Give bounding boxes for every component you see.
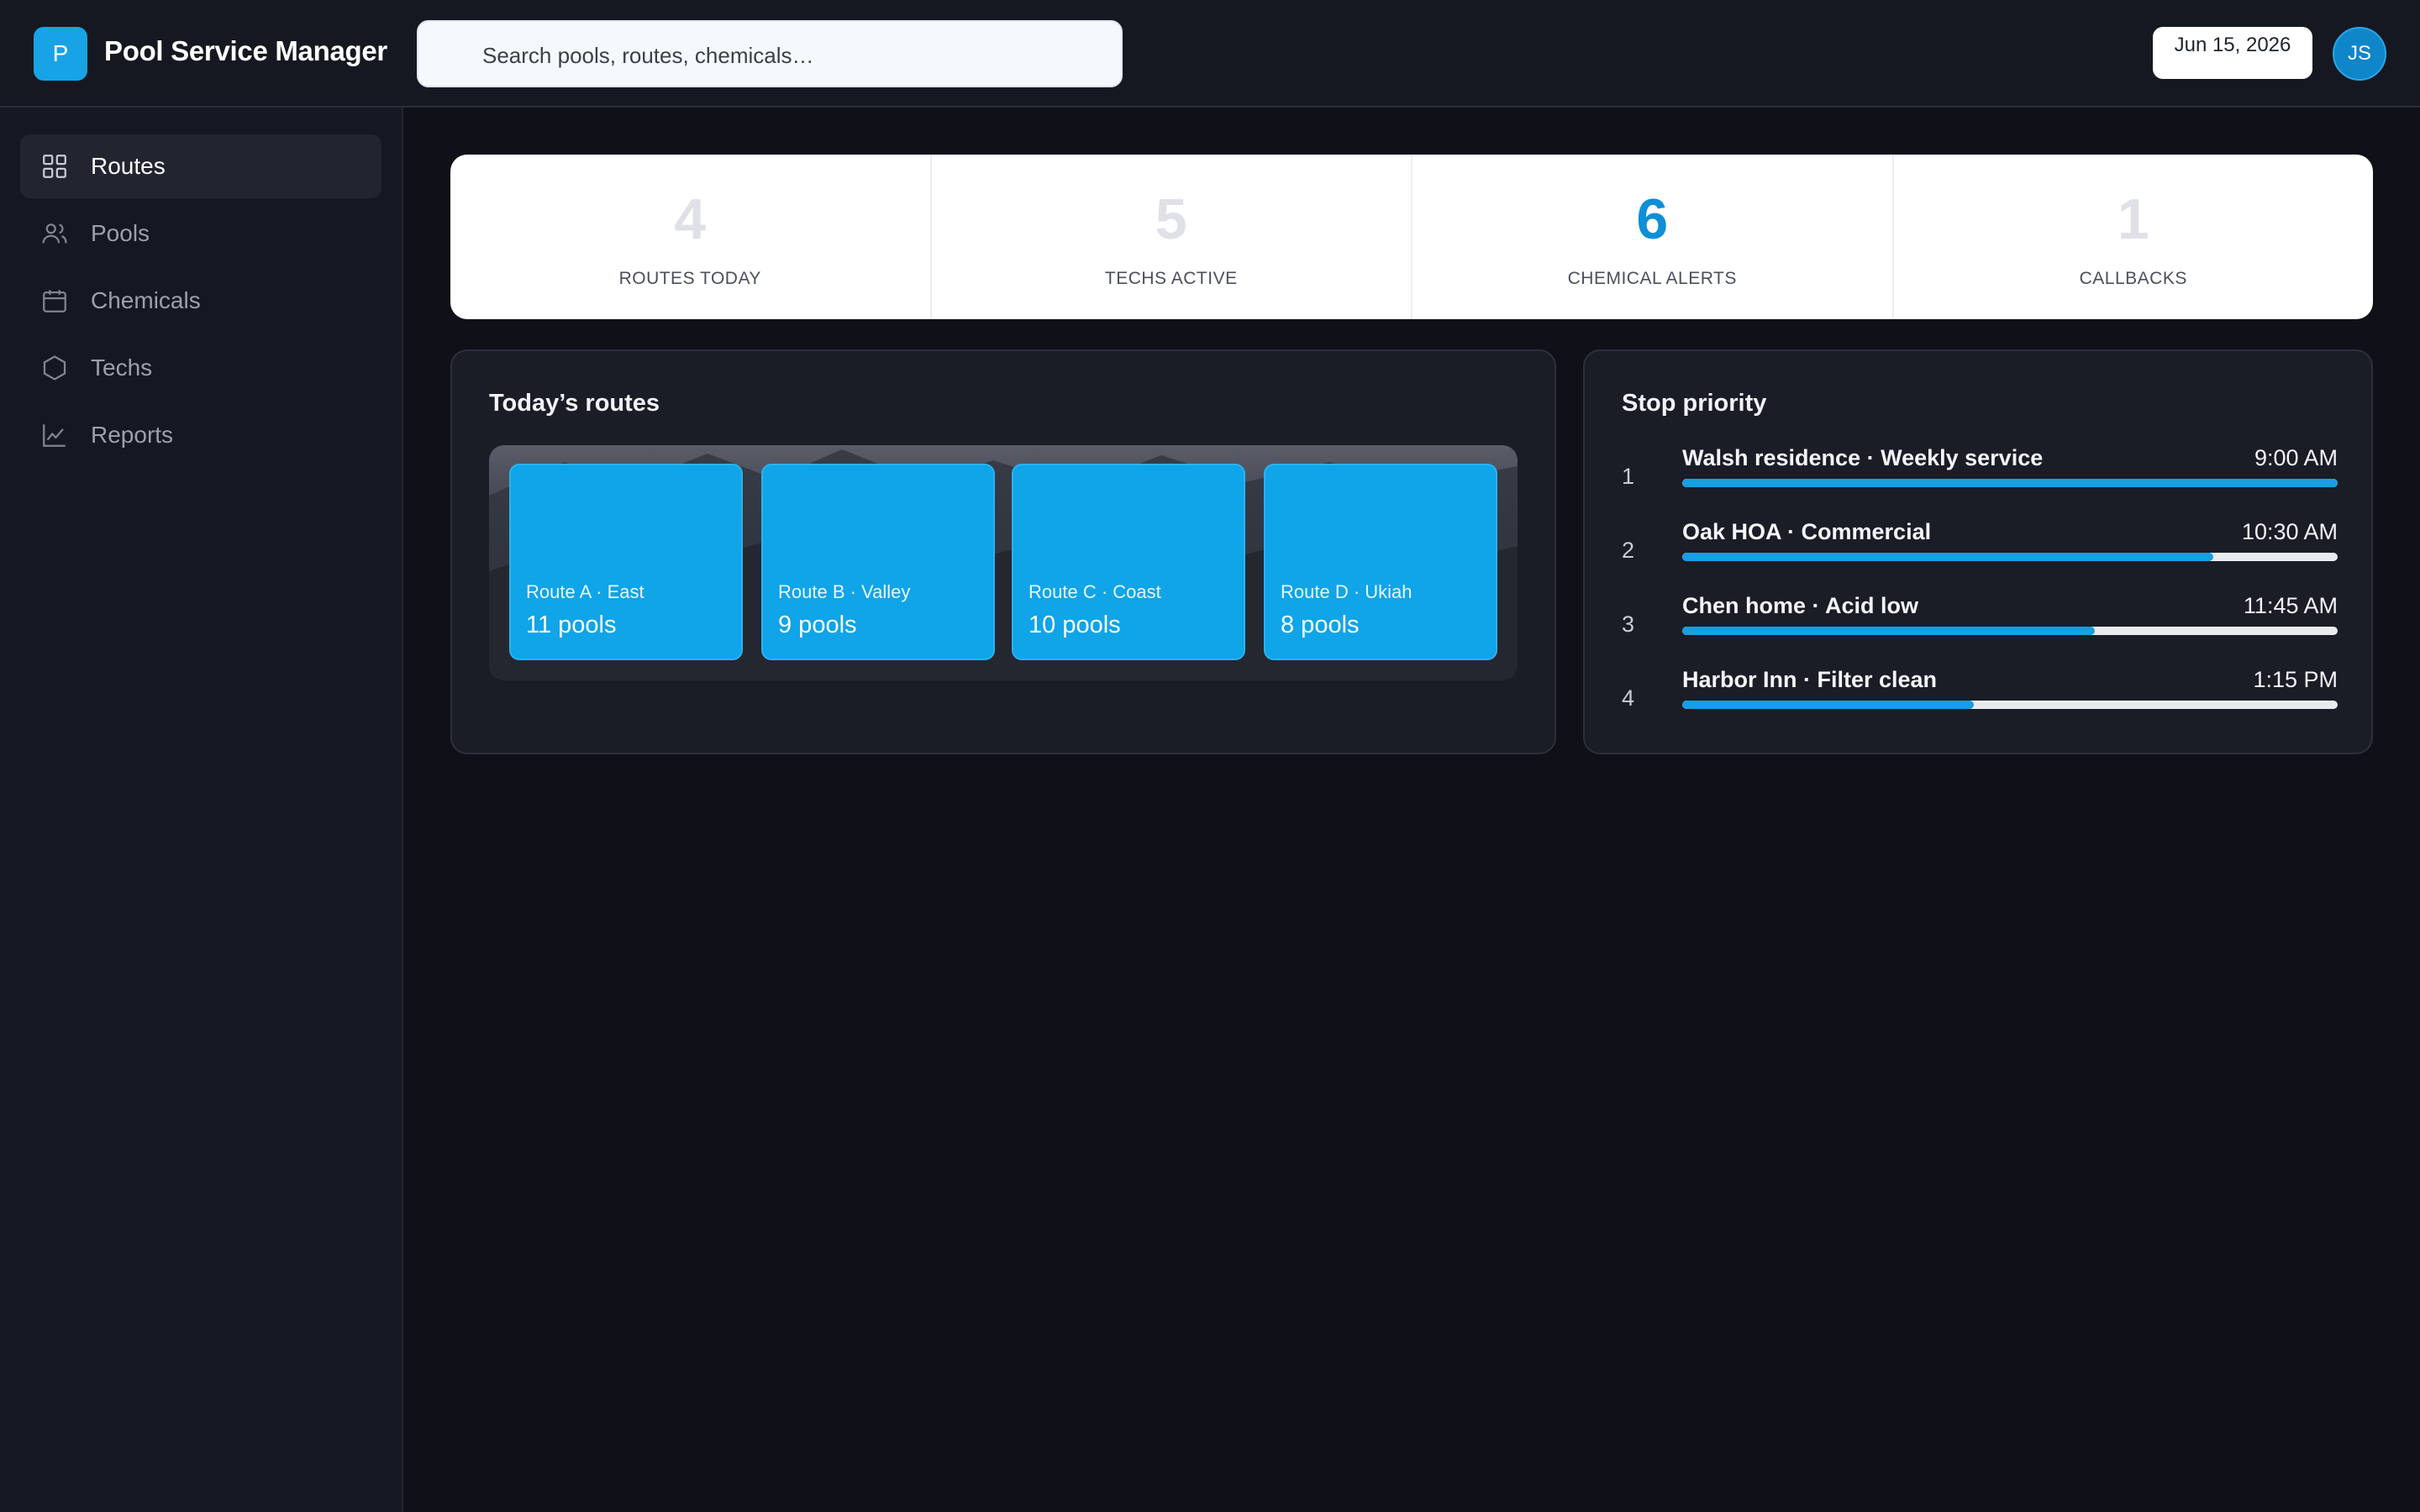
stat-techs-active[interactable]: 5 TECHS ACTIVE [932,155,1413,319]
stop-priority-panel: Stop priority 1 Walsh residence · Weekly… [1583,349,2373,754]
sidebar-item-label: Pools [91,220,150,246]
stop-name: Harbor Inn · Filter clean [1682,667,1938,692]
route-card-b[interactable]: Route B · Valley 9 pools [761,464,995,660]
stat-chemical-alerts[interactable]: 6 CHEMICAL ALERTS [1413,155,1894,319]
stop-time: 9:00 AM [2254,445,2338,470]
top-bar: P Pool Service Manager Jun 15, 2026 JS [0,0,2420,108]
route-name: Route A · East [526,581,644,602]
app-title: Pool Service Manager [104,35,387,66]
stop-name: Chen home · Acid low [1682,593,1919,618]
sidebar: Routes Pools Chemicals Techs Reports [0,108,403,1512]
sidebar-item-label: Reports [91,422,174,448]
stop-index: 1 [1622,464,1635,489]
route-pool-count: 8 pools [1281,612,1360,638]
stop-index: 4 [1622,685,1635,711]
routes-panel-title: Today’s routes [489,390,660,417]
stop-time: 11:45 AM [2243,593,2338,618]
stop-progress-fill [1682,553,2213,561]
stop-name: Oak HOA · Commercial [1682,519,1932,544]
stat-routes-today[interactable]: 4 ROUTES TODAY [450,155,932,319]
user-avatar[interactable]: JS [2333,27,2386,81]
stat-callbacks[interactable]: 1 CALLBACKS [1894,155,2374,319]
stop-progress-fill [1682,701,1975,709]
stop-progress-track [1682,627,2338,635]
route-card-c[interactable]: Route C · Coast 10 pools [1012,464,1245,660]
sidebar-item-routes[interactable]: Routes [20,134,381,198]
sidebar-item-pools[interactable]: Pools [20,202,381,265]
stat-value: 4 [674,187,707,251]
routes-panel: Today’s routes Route A · East 11 pools R… [450,349,1556,754]
grid-icon [43,155,66,178]
stop-name: Walsh residence · Weekly service [1682,445,2044,470]
stat-label: CHEMICAL ALERTS [1567,269,1737,288]
stop-item[interactable]: 4 Harbor Inn · Filter clean 1:15 PM [1622,667,2338,732]
sidebar-item-reports[interactable]: Reports [20,403,381,467]
stat-value: 6 [1636,187,1669,251]
route-pool-count: 11 pools [526,612,617,638]
route-name: Route B · Valley [778,581,911,602]
sidebar-item-techs[interactable]: Techs [20,336,381,400]
stat-label: ROUTES TODAY [618,269,761,288]
stop-time: 1:15 PM [2253,667,2338,692]
stat-value: 1 [2117,187,2149,251]
date-chip[interactable]: Jun 15, 2026 [2153,27,2312,79]
stat-label: TECHS ACTIVE [1104,269,1238,288]
route-pool-count: 9 pools [778,612,857,638]
stop-progress-track [1682,553,2338,561]
route-pool-count: 10 pools [1028,612,1121,638]
search-input[interactable] [482,39,1104,72]
stop-progress-track [1682,479,2338,487]
sidebar-item-label: Techs [91,354,153,381]
route-card-a[interactable]: Route A · East 11 pools [509,464,743,660]
hexagon-icon [43,355,66,381]
stat-value: 5 [1155,187,1187,251]
stop-progress-fill [1682,627,2096,635]
calendar-icon [43,290,66,312]
stop-time: 10:30 AM [2241,519,2338,544]
stop-index: 3 [1622,612,1635,637]
users-icon [42,223,67,244]
stop-index: 2 [1622,538,1635,563]
sidebar-item-label: Routes [91,153,166,179]
stat-label: CALLBACKS [2079,269,2187,288]
stop-progress-track [1682,701,2338,709]
search-box[interactable] [417,20,1123,87]
stop-item[interactable]: 3 Chen home · Acid low 11:45 AM [1622,593,2338,659]
route-card-d[interactable]: Route D · Ukiah 8 pools [1264,464,1497,660]
stop-item[interactable]: 1 Walsh residence · Weekly service 9:00 … [1622,445,2338,511]
stop-item[interactable]: 2 Oak HOA · Commercial 10:30 AM [1622,519,2338,585]
stop-progress-fill [1682,479,2338,487]
line-chart-icon [43,424,66,447]
sidebar-item-label: Chemicals [91,287,201,313]
route-name: Route C · Coast [1028,581,1161,602]
stats-card: 4 ROUTES TODAY 5 TECHS ACTIVE 6 CHEMICAL… [450,155,2373,319]
stop-priority-title: Stop priority [1622,390,1767,417]
route-name: Route D · Ukiah [1281,581,1413,602]
routes-strip: Route A · East 11 pools Route B · Valley… [489,445,1518,680]
app-logo[interactable]: P [34,27,87,81]
sidebar-item-chemicals[interactable]: Chemicals [20,269,381,333]
